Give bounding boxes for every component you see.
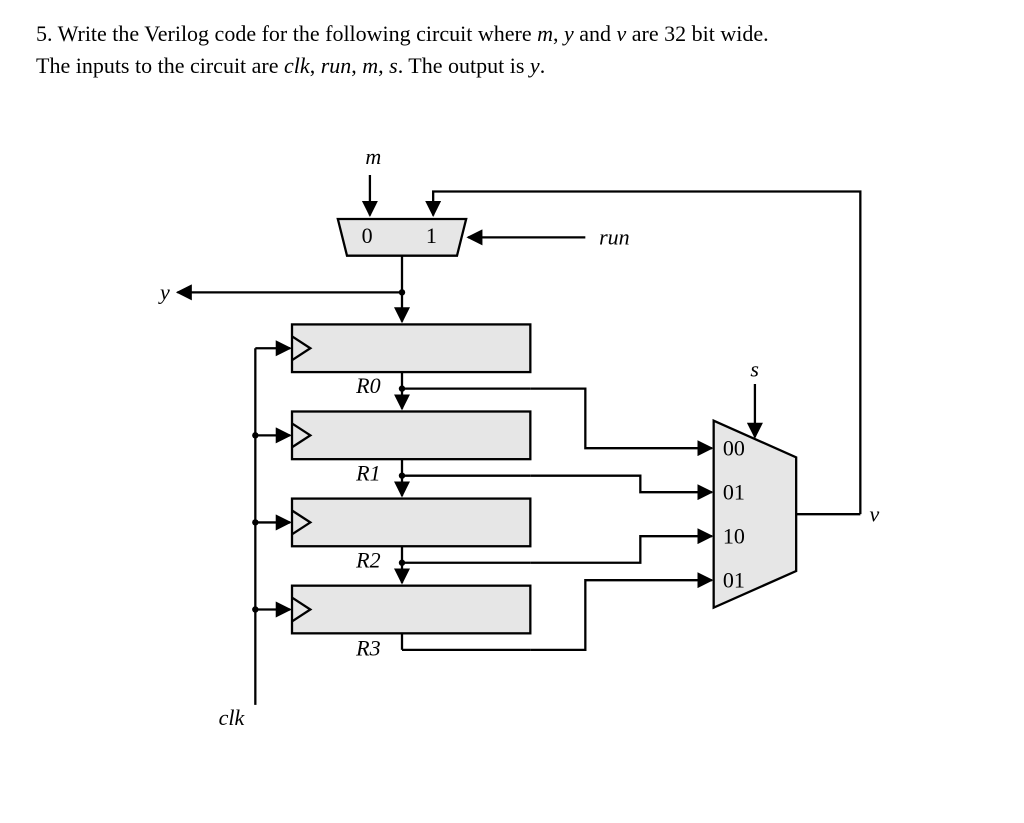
inp-m: m xyxy=(362,53,378,78)
q-text-1: Write the Verilog code for the following… xyxy=(58,21,538,46)
mux4-in01: 01 xyxy=(723,479,745,504)
q-sep-3: , xyxy=(351,53,362,78)
label-R3: R3 xyxy=(355,635,380,660)
inp-clk: clk xyxy=(284,53,310,78)
label-m: m xyxy=(365,144,381,169)
label-v: v xyxy=(870,501,880,526)
mux2-in1: 1 xyxy=(426,223,437,248)
label-clk: clk xyxy=(219,705,246,730)
register-R2: R2 xyxy=(292,498,530,572)
mux4: 00 01 10 01 xyxy=(714,420,797,607)
q-sep-2: , xyxy=(310,53,321,78)
label-R1: R1 xyxy=(355,460,380,485)
register-R0: R0 xyxy=(292,324,530,398)
var-y: y xyxy=(564,21,574,46)
q-text-3: The inputs to the circuit are xyxy=(36,53,284,78)
out-y: y xyxy=(530,53,540,78)
mux4-in00: 00 xyxy=(723,435,745,460)
mux2-in0: 0 xyxy=(362,223,373,248)
label-run: run xyxy=(599,224,630,249)
label-R0: R0 xyxy=(355,373,380,398)
q-period: . xyxy=(540,53,546,78)
q-sep-1: , xyxy=(553,21,564,46)
label-y: y xyxy=(158,279,170,304)
q-sep-4: , xyxy=(378,53,389,78)
inp-run: run xyxy=(321,53,352,78)
mux2: 0 1 xyxy=(338,219,466,256)
var-v: v xyxy=(617,21,627,46)
circuit-diagram: .wire { stroke:#000; stroke-width:2.5; f… xyxy=(36,94,988,784)
circuit-svg: .wire { stroke:#000; stroke-width:2.5; f… xyxy=(72,94,952,784)
question-number: 5. xyxy=(36,21,53,46)
q-text-2: are 32 bit wide. xyxy=(626,21,768,46)
inp-s: s xyxy=(389,53,398,78)
mux4-in10: 10 xyxy=(723,523,745,548)
var-m: m xyxy=(537,21,553,46)
question-text: 5. Write the Verilog code for the follow… xyxy=(36,18,988,82)
label-s: s xyxy=(750,356,759,381)
q-and: and xyxy=(574,21,617,46)
register-R1: R1 xyxy=(292,411,530,485)
label-R2: R2 xyxy=(355,547,380,572)
q-text-4: . The output is xyxy=(398,53,530,78)
mux4-in11: 01 xyxy=(723,567,745,592)
